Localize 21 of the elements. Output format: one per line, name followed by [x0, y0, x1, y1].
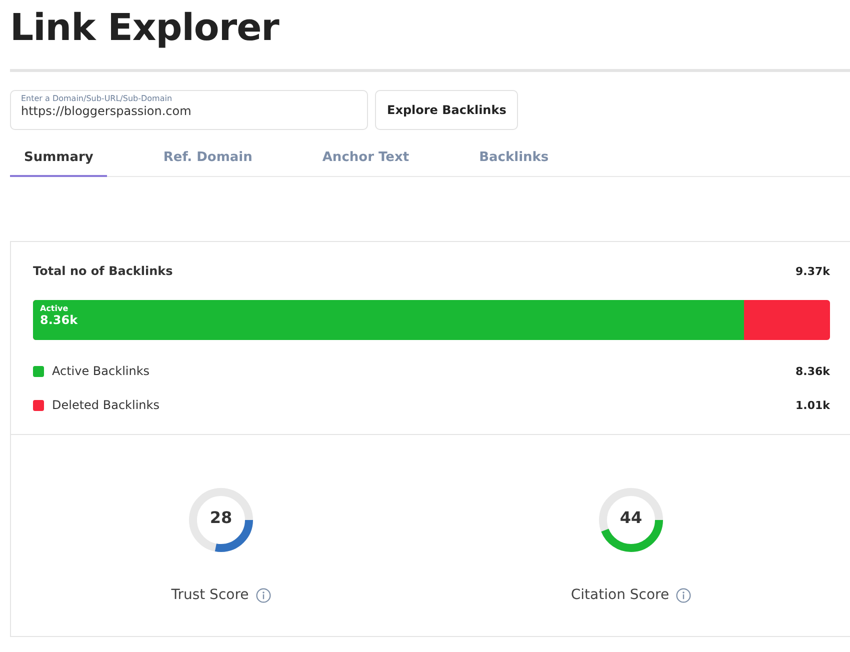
score-value: 44 — [618, 508, 644, 527]
page-title: Link Explorer — [9, 5, 280, 51]
total-backlinks-label: Total no of Backlinks — [33, 264, 173, 278]
score-label: Citation Score — [570, 587, 670, 603]
legend-value: 8.36k — [796, 364, 830, 378]
score-donut — [188, 487, 254, 553]
info-icon[interactable] — [256, 588, 271, 602]
tab[interactable]: Summary — [10, 143, 108, 177]
legend-value: 1.01k — [796, 398, 830, 412]
domain-field[interactable]: Enter a Domain/Sub-URL/Sub-Domain https://bloggerspassion.com — [10, 90, 368, 130]
total-backlinks-value: 9.37k — [796, 264, 830, 278]
active-bar-segment: Active 8.36k — [33, 300, 744, 340]
score-donut — [598, 487, 664, 553]
score-value: 28 — [208, 508, 234, 527]
explore-backlinks-button[interactable]: Explore Backlinks — [375, 90, 518, 130]
url-input-field[interactable]: https://bloggerspassion.com — [21, 104, 357, 118]
legend-label: Active Backlinks — [52, 364, 150, 378]
field-label: Enter a Domain/Sub-URL/Sub-Domain — [21, 94, 174, 104]
score-label: Trust Score — [171, 587, 249, 603]
info-icon[interactable] — [676, 588, 692, 602]
legend-label: Deleted Backlinks — [52, 398, 160, 412]
